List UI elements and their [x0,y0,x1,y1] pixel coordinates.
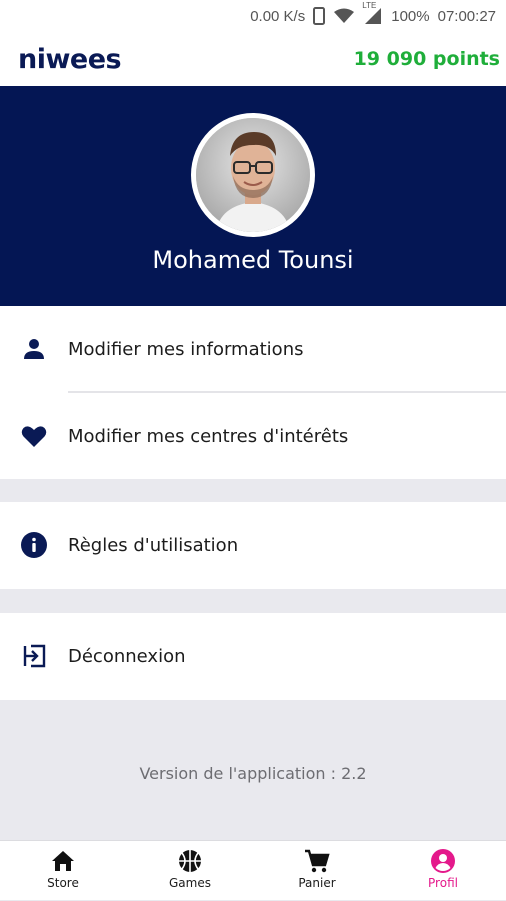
battery-level: 100% [391,7,430,25]
clock: 07:00:27 [437,7,496,25]
signal-icon: LTE [362,1,383,25]
nav-profile-label: Profil [428,876,458,890]
info-icon [21,532,47,558]
network-speed: 0.00 K/s [250,7,306,25]
nav-cart[interactable]: Panier [254,841,380,901]
cart-icon [305,849,330,873]
rules-label: Règles d'utilisation [68,534,239,556]
user-name: Mohamed Tounsi [152,246,354,274]
edit-info-item[interactable]: Modifier mes informations [0,306,506,392]
logout-item[interactable]: Déconnexion [0,613,506,699]
rules-item[interactable]: Règles d'utilisation [0,502,506,588]
logout-icon [21,643,47,669]
profile-banner: Mohamed Tounsi [0,86,506,306]
home-icon [52,851,74,871]
bottom-nav: Store Games Panier Profil [0,840,506,900]
wifi-icon [333,8,355,24]
nav-games[interactable]: Games [127,841,253,901]
avatar[interactable] [191,113,315,237]
status-bar: 0.00 K/s LTE 100% 07:00:27 [0,0,506,32]
app-header: niwees 19 090 points [0,32,506,86]
logout-label: Déconnexion [68,645,186,667]
app-version: Version de l'application : 2.2 [139,764,367,783]
edit-interests-item[interactable]: Modifier mes centres d'intérêts [0,393,506,479]
brand-logo: niwees [18,43,122,75]
avatar-photo [196,118,310,232]
network-type: LTE [362,1,377,10]
profile-icon [431,849,455,873]
basketball-icon [179,850,201,872]
edit-info-label: Modifier mes informations [68,338,304,360]
heart-icon [21,423,47,449]
nav-store-label: Store [47,876,79,890]
nav-profile[interactable]: Profil [380,841,506,901]
phone-icon [313,7,326,25]
person-icon [21,336,47,362]
nav-cart-label: Panier [298,876,336,890]
nav-games-label: Games [169,876,211,890]
edit-interests-label: Modifier mes centres d'intérêts [68,425,349,447]
points-balance[interactable]: 19 090 points [354,48,500,70]
nav-store[interactable]: Store [0,841,126,901]
